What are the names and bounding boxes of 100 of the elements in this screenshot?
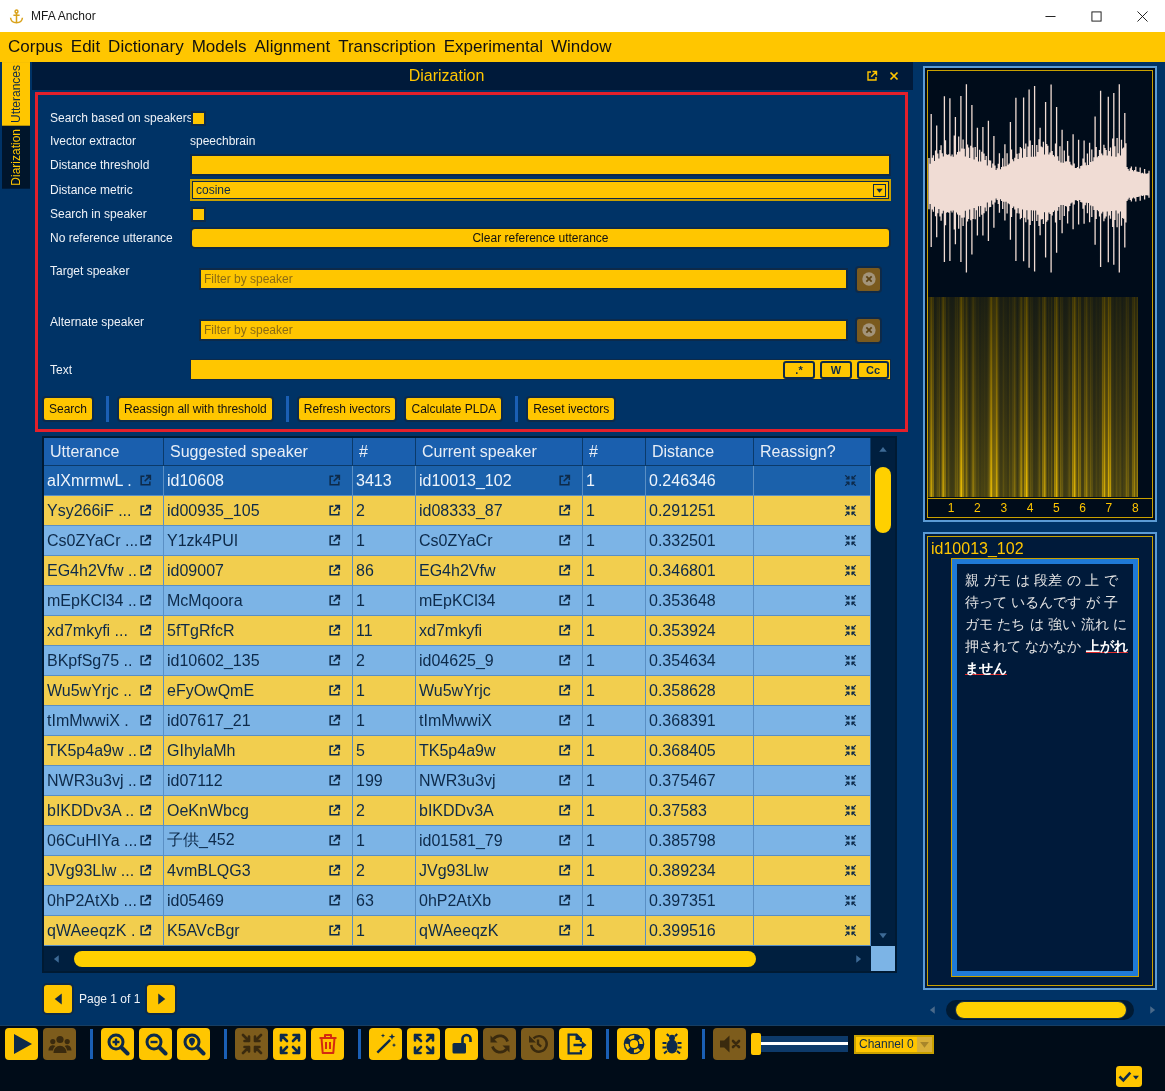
external-link-icon[interactable] bbox=[328, 684, 341, 697]
external-link-icon[interactable] bbox=[328, 534, 341, 547]
external-link-icon[interactable] bbox=[328, 864, 341, 877]
export-button[interactable] bbox=[559, 1028, 592, 1060]
horizontal-scrollbar[interactable] bbox=[44, 946, 871, 971]
table-row[interactable]: tImMwwiX . id07617_21 1 tImMwwiX 1 0.368391 bbox=[44, 706, 871, 736]
vertical-scrollbar[interactable] bbox=[871, 438, 895, 946]
arrows-inward-icon[interactable] bbox=[844, 714, 857, 727]
table-row[interactable]: EG4h2Vfw .. id09007 86 EG4h2Vfw 1 0.346801 bbox=[44, 556, 871, 586]
transcript-editor[interactable]: 親 ガモ は 段差 の 上 で待って いるんです が 子ガモ たち は 強い 流れ に押されて なかなか 上がれません bbox=[952, 559, 1138, 976]
table-row[interactable]: bIKDDv3A .. OeKnWbcg 2 bIKDDv3A 1 0.37583 bbox=[44, 796, 871, 826]
external-link-icon[interactable] bbox=[328, 564, 341, 577]
external-link-icon[interactable] bbox=[558, 504, 571, 517]
table-row[interactable]: NWR3u3vj .. id07112 199 NWR3u3vj 1 0.375467 bbox=[44, 766, 871, 796]
slider-thumb[interactable] bbox=[751, 1033, 761, 1055]
option-toggle-button[interactable]: .* bbox=[783, 360, 815, 379]
external-link-icon[interactable] bbox=[558, 594, 571, 607]
scroll-down-arrow-icon[interactable] bbox=[877, 931, 889, 940]
side-tab[interactable]: Utterances bbox=[2, 62, 30, 127]
external-link-icon[interactable] bbox=[558, 834, 571, 847]
scrollbar-thumb[interactable] bbox=[74, 950, 756, 967]
table-row[interactable]: Ysy266iF ... id00935_105 2 id08333_87 1 0.291251 bbox=[44, 496, 871, 526]
arrows-inward-icon[interactable] bbox=[844, 504, 857, 517]
external-link-icon[interactable] bbox=[139, 684, 152, 697]
external-link-icon[interactable] bbox=[139, 654, 152, 667]
external-link-icon[interactable] bbox=[328, 744, 341, 757]
help-button[interactable] bbox=[617, 1028, 650, 1060]
table-row[interactable]: BKpfSg75 .. id10602_135 2 id04625_9 1 0.354634 bbox=[44, 646, 871, 676]
action-button[interactable]: Reset ivectors bbox=[526, 396, 617, 422]
external-link-icon[interactable] bbox=[558, 864, 571, 877]
menu-item[interactable]: Corpus bbox=[4, 33, 67, 61]
scroll-right-arrow-icon[interactable] bbox=[854, 952, 863, 965]
option-toggle-button[interactable]: W bbox=[820, 360, 852, 379]
external-link-icon[interactable] bbox=[328, 654, 341, 667]
scrollbar-thumb[interactable] bbox=[875, 467, 891, 533]
menu-item[interactable]: Experimental bbox=[439, 33, 547, 61]
previous-page-button[interactable] bbox=[42, 983, 74, 1015]
filter-field[interactable]: Filter by speaker bbox=[199, 268, 848, 290]
dropdown[interactable]: cosine bbox=[190, 179, 891, 201]
external-link-icon[interactable] bbox=[558, 804, 571, 817]
external-link-icon[interactable] bbox=[558, 624, 571, 637]
external-link-icon[interactable] bbox=[558, 684, 571, 697]
action-button[interactable]: Calculate PLDA bbox=[404, 396, 504, 422]
search-field[interactable]: .* W Cc bbox=[190, 359, 891, 380]
arrows-inward-icon[interactable] bbox=[844, 594, 857, 607]
external-link-icon[interactable] bbox=[328, 804, 341, 817]
table-row[interactable]: qWAeeqzK . K5AVcBgr 1 qWAeeqzK 1 0.399516 bbox=[44, 916, 871, 946]
volume-slider[interactable] bbox=[751, 1033, 848, 1055]
external-link-icon[interactable] bbox=[139, 774, 152, 787]
table-row[interactable]: JVg93Llw ... 4vmBLQG3 2 JVg93Llw 1 0.389234 bbox=[44, 856, 871, 886]
next-page-button[interactable] bbox=[145, 983, 178, 1015]
table-row[interactable]: TK5p4a9w .. GIhylaMh 5 TK5p4a9w 1 0.368405 bbox=[44, 736, 871, 766]
external-link-icon[interactable] bbox=[139, 894, 152, 907]
filter-field[interactable]: Filter by speaker bbox=[199, 319, 848, 341]
external-link-icon[interactable] bbox=[558, 534, 571, 547]
table-row[interactable]: 0hP2AtXb ... id05469 63 0hP2AtXb 1 0.397351 bbox=[44, 886, 871, 916]
external-link-icon[interactable] bbox=[139, 534, 152, 547]
input-field[interactable] bbox=[190, 154, 891, 176]
external-link-icon[interactable] bbox=[558, 744, 571, 757]
external-link-icon[interactable] bbox=[139, 924, 152, 937]
checkbox[interactable] bbox=[191, 206, 206, 222]
external-link-icon[interactable] bbox=[139, 564, 152, 577]
arrows-inward-icon[interactable] bbox=[844, 624, 857, 637]
arrows-inward-icon[interactable] bbox=[844, 864, 857, 877]
expand-button[interactable] bbox=[273, 1028, 306, 1060]
option-toggle-button[interactable]: Cc bbox=[857, 360, 889, 379]
external-link-icon[interactable] bbox=[139, 594, 152, 607]
side-tab[interactable]: Diarization bbox=[2, 126, 30, 189]
external-link-icon[interactable] bbox=[139, 714, 152, 727]
menu-item[interactable]: Models bbox=[187, 33, 251, 61]
channel-dropdown[interactable]: Channel 0 bbox=[854, 1034, 934, 1054]
arrows-inward-icon[interactable] bbox=[844, 894, 857, 907]
arrows-inward-icon[interactable] bbox=[844, 804, 857, 817]
play-button[interactable] bbox=[5, 1028, 38, 1060]
zoom-in-button[interactable] bbox=[101, 1028, 134, 1060]
bug-report-button[interactable] bbox=[655, 1028, 688, 1060]
external-link-icon[interactable] bbox=[328, 924, 341, 937]
scrollbar-thumb[interactable] bbox=[955, 1001, 1127, 1019]
action-button[interactable]: Search bbox=[42, 396, 95, 422]
external-link-icon[interactable] bbox=[558, 924, 571, 937]
arrows-inward-icon[interactable] bbox=[844, 774, 857, 787]
external-link-icon[interactable] bbox=[328, 774, 341, 787]
menu-item[interactable]: Edit bbox=[66, 33, 105, 61]
delete-button[interactable] bbox=[311, 1028, 344, 1060]
external-link-icon[interactable] bbox=[328, 504, 341, 517]
external-link-icon[interactable] bbox=[139, 834, 152, 847]
menu-item[interactable]: Transcription bbox=[334, 33, 440, 61]
external-link-icon[interactable] bbox=[558, 564, 571, 577]
checkmark-caret-icon[interactable] bbox=[1116, 1066, 1142, 1087]
external-link-icon[interactable] bbox=[328, 624, 341, 637]
arrows-inward-icon[interactable] bbox=[844, 534, 857, 547]
menu-item[interactable]: Dictionary bbox=[104, 33, 188, 61]
table-row[interactable]: 06CuHIYa ... 子供_452 1 id01581_79 1 0.385798 bbox=[44, 826, 871, 856]
external-link-icon[interactable] bbox=[139, 744, 152, 757]
zoom-pin-button[interactable] bbox=[177, 1028, 210, 1060]
external-link-icon[interactable] bbox=[558, 654, 571, 667]
external-link-icon[interactable] bbox=[328, 714, 341, 727]
unlock-button[interactable] bbox=[445, 1028, 478, 1060]
arrows-inward-icon[interactable] bbox=[844, 564, 857, 577]
external-link-icon[interactable] bbox=[328, 834, 341, 847]
